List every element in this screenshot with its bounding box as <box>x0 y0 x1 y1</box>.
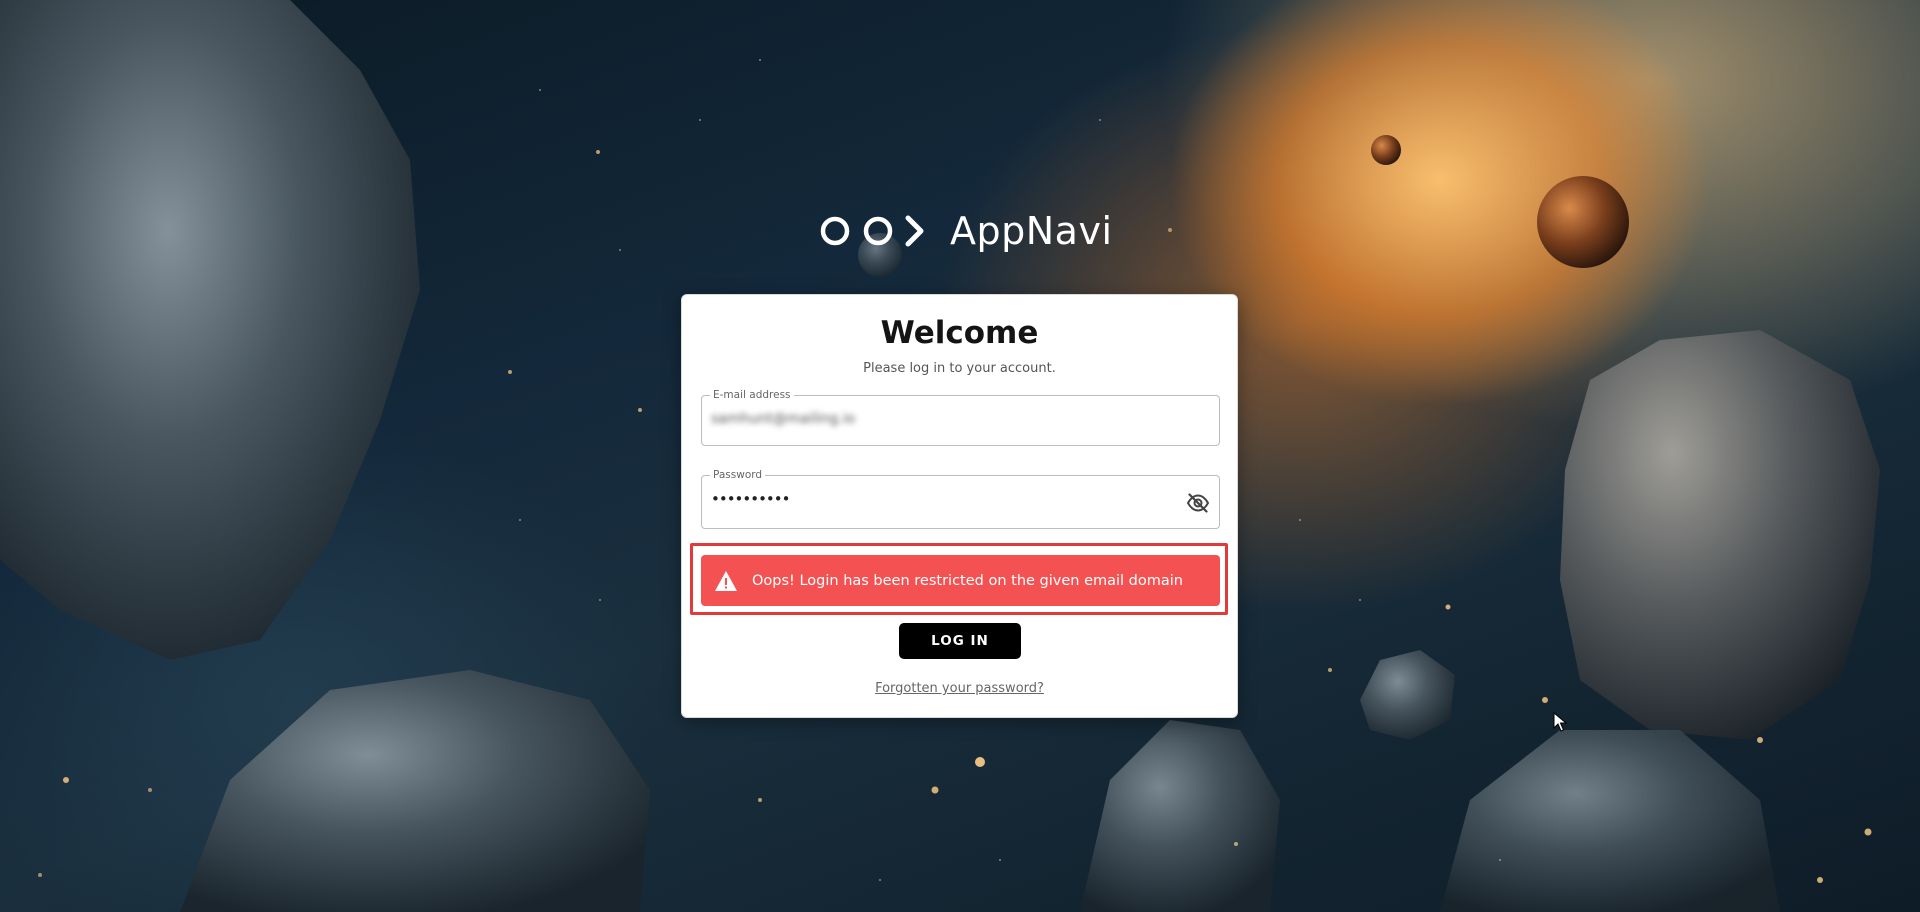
eye-off-icon[interactable] <box>1186 491 1210 515</box>
password-value[interactable]: •••••••••• <box>711 490 790 508</box>
email-field[interactable]: E-mail address samhunt@mailing.io <box>701 388 1220 446</box>
password-label: Password <box>710 468 766 482</box>
appnavi-logo-icon <box>820 215 924 247</box>
forgot-password-link[interactable]: Forgotten your password? <box>682 681 1237 696</box>
login-title: Welcome <box>880 315 1039 351</box>
app-logo: AppNavi <box>820 206 1113 256</box>
password-field[interactable]: Password •••••••••• <box>701 468 1220 529</box>
login-subtitle: Please log in to your account. <box>863 361 1056 376</box>
login-button[interactable]: LOG IN <box>899 623 1021 659</box>
mouse-cursor-icon <box>1553 712 1567 732</box>
email-value[interactable]: samhunt@mailing.io <box>711 411 855 427</box>
error-alert: Oops! Login has been restricted on the g… <box>701 555 1220 606</box>
warning-icon <box>715 570 737 591</box>
login-card: Welcome Please log in to your account. E… <box>681 294 1238 718</box>
error-message: Oops! Login has been restricted on the g… <box>752 572 1183 589</box>
email-label: E-mail address <box>710 388 794 402</box>
app-name: AppNavi <box>950 209 1113 253</box>
